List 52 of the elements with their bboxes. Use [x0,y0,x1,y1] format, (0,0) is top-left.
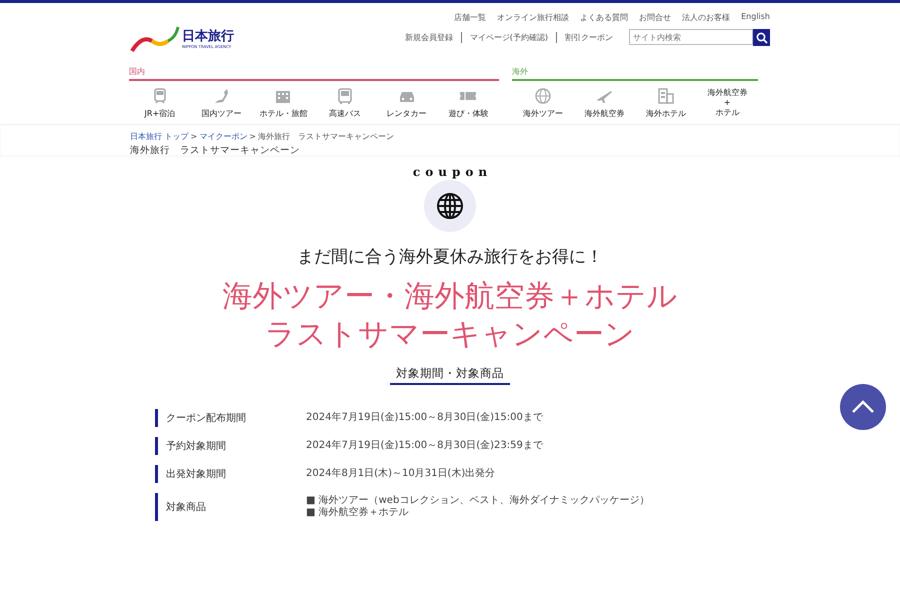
nav-item[interactable]: 海外航空券 [574,81,636,125]
page-title: 海外旅行 ラストサマーキャンペーン [130,144,301,157]
japan-map-icon [212,87,231,105]
header-link[interactable]: 割引クーポン [565,32,613,43]
globe-icon [436,192,464,220]
nav-item[interactable]: ホテル・旅館 [252,81,314,125]
nav-item[interactable]: 海外ホテル [635,81,697,125]
headline: ラストサマーキャンペーン [265,316,635,354]
scroll-to-top-button[interactable] [840,384,886,430]
nav-item[interactable]: レンタカー [376,81,438,125]
lead-text: まだ間に合う海外夏休み旅行をお得に！ [297,246,603,268]
header-link[interactable]: お問合せ [639,12,672,23]
detail-value: 2024年7月19日(金)15:00～8月30日(金)23:59まで [306,440,543,452]
detail-label: 対象商品 [155,493,306,521]
nav-item[interactable]: 海外ツアー [512,81,574,125]
chevron-up-icon [851,400,875,414]
nav-item[interactable]: 遊び・体験 [438,81,500,125]
detail-value: 2024年7月19日(金)15:00～8月30日(金)15:00まで [306,412,543,424]
nav-group-title: 海外 [512,66,758,81]
logo-text[interactable]: 日本旅行 [182,30,234,44]
nav-item[interactable]: 高速バス [314,81,376,125]
search-button[interactable] [753,29,770,46]
detail-label: 予約対象期間 [155,437,306,455]
header-link[interactable]: よくある質問 [580,12,628,23]
detail-label: 出発対象期間 [155,465,306,483]
breadcrumb-separator: > [249,132,256,141]
header-link[interactable]: オンライン旅行相談 [497,12,570,23]
detail-label: クーポン配布期間 [155,409,306,427]
bus-icon [336,87,354,105]
breadcrumb-current: 海外旅行 ラストサマーキャンペーン [258,132,394,141]
header-link[interactable]: マイページ(予約確認) [470,32,548,43]
section-title: 対象期間・対象商品 [390,366,510,385]
headline: 海外ツアー・海外航空券＋ホテル [222,278,678,316]
nav-group-title: 国内 [129,66,500,81]
nav-item[interactable]: 海外航空券 + ホテル [696,81,758,125]
nav-item[interactable]: 国内ツアー [190,81,252,125]
badge-text: coupon [412,165,492,179]
buildings-icon [656,87,675,105]
header-link[interactable]: 法人のお客様 [682,12,730,23]
detail-value: ■ 海外航空券＋ホテル [306,507,410,519]
logo-swoosh-icon [130,25,180,53]
header-link[interactable]: 店舗一覧 [454,12,486,23]
nav-item[interactable]: JR+宿泊 [129,81,191,125]
detail-value: 2024年8月1日(木)～10月31日(木)出発分 [306,468,496,480]
header-link[interactable]: 新規会員登録 [404,32,453,43]
globe-icon [534,87,552,105]
header-link[interactable]: English [741,12,770,23]
breadcrumb-separator: > [190,132,198,141]
search-field[interactable]: サイト内検索 [629,29,753,45]
breadcrumb-link[interactable]: マイクーポン [199,132,248,141]
detail-value: ■ 海外ツアー（webコレクション、ベスト、海外ダイナミックパッケージ） [306,495,650,506]
breadcrumb-link[interactable]: 日本旅行 トップ [130,132,189,141]
